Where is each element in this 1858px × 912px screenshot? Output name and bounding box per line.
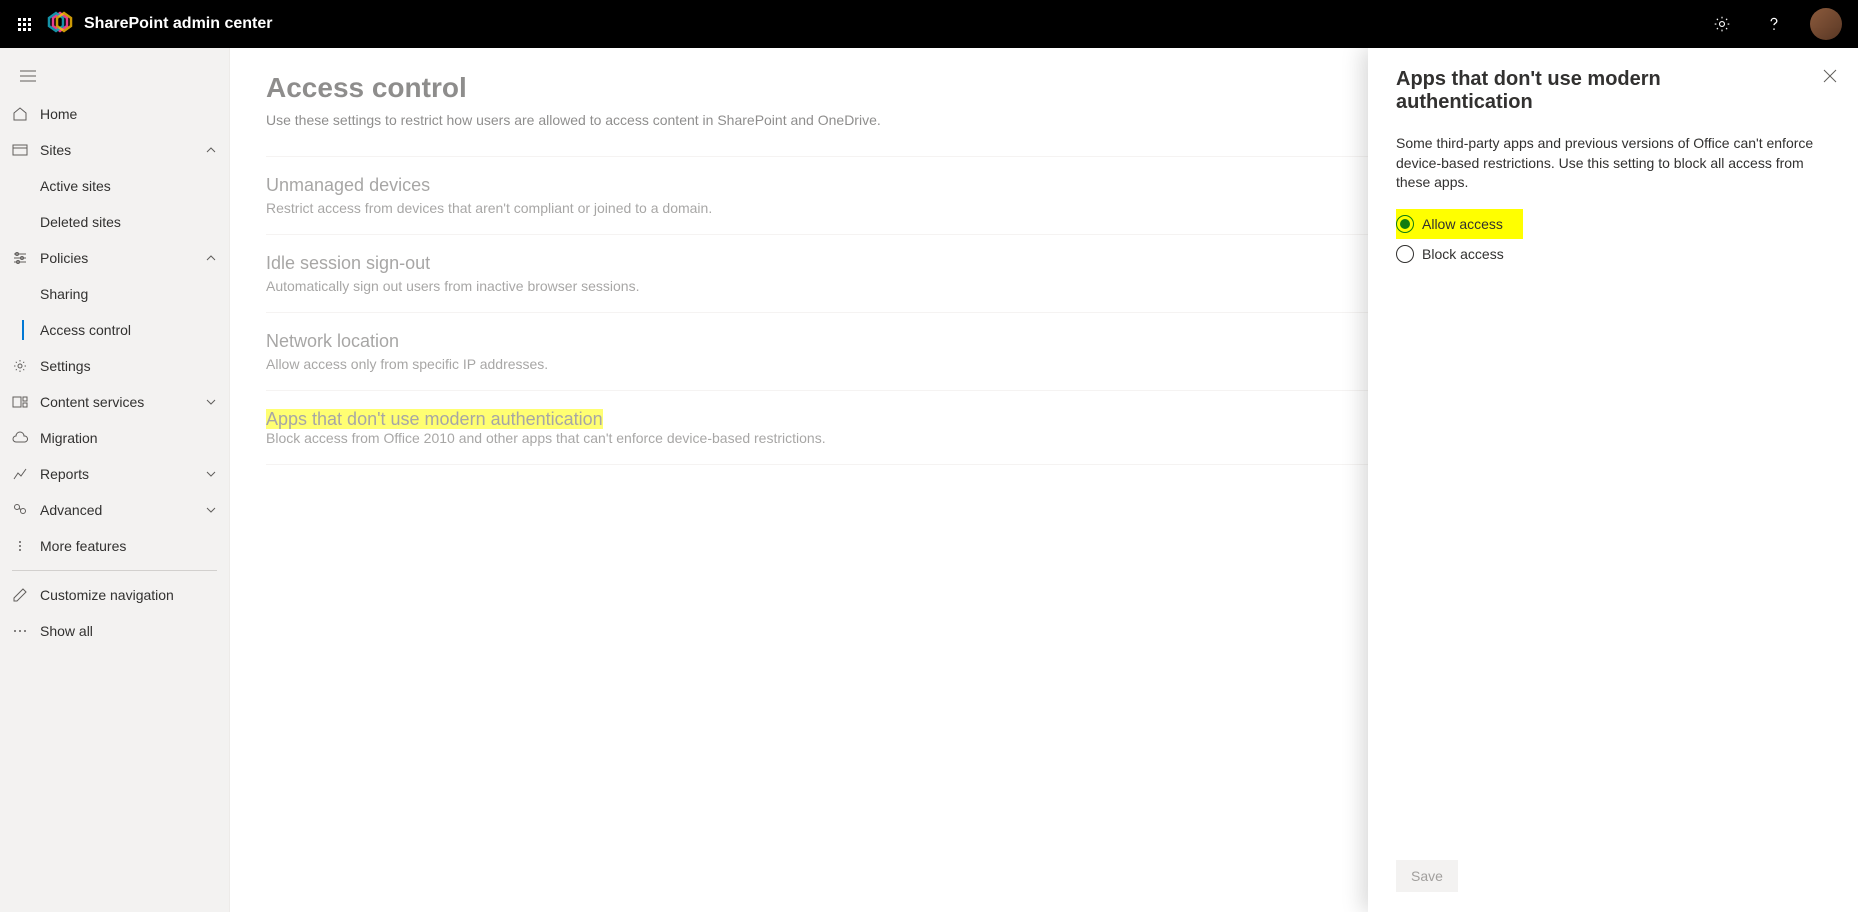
user-avatar[interactable] (1810, 8, 1842, 40)
setting-title: Apps that don't use modern authenticatio… (266, 409, 603, 429)
product-logo-icon (44, 8, 76, 40)
nav-label: Settings (40, 358, 217, 374)
nav-label: Policies (40, 250, 193, 266)
chevron-down-icon (205, 396, 217, 408)
nav-home[interactable]: Home (0, 96, 229, 132)
more-icon (12, 538, 28, 554)
save-button[interactable]: Save (1396, 860, 1458, 892)
content-services-icon (12, 394, 28, 410)
gear-icon (1713, 15, 1731, 33)
radio-block-access[interactable]: Block access (1396, 239, 1830, 269)
nav-active-sites[interactable]: Active sites (0, 168, 229, 204)
hamburger-icon (20, 70, 36, 82)
close-icon (1823, 69, 1837, 83)
policies-icon (12, 250, 28, 266)
collapse-nav-button[interactable] (8, 56, 48, 96)
migration-icon (12, 430, 28, 446)
waffle-icon (18, 18, 31, 31)
header-right (1698, 0, 1850, 48)
nav-label: Customize navigation (40, 587, 217, 603)
chevron-up-icon (205, 252, 217, 264)
nav-reports[interactable]: Reports (0, 456, 229, 492)
nav-label: Content services (40, 394, 193, 410)
nav-label: Sites (40, 142, 193, 158)
top-header: SharePoint admin center (0, 0, 1858, 48)
close-panel-button[interactable] (1814, 60, 1846, 92)
nav-settings[interactable]: Settings (0, 348, 229, 384)
nav-label: Active sites (40, 178, 111, 194)
ellipsis-icon (12, 623, 28, 639)
nav-sites[interactable]: Sites (0, 132, 229, 168)
nav-label: Sharing (40, 286, 88, 302)
nav-label: Advanced (40, 502, 193, 518)
flyout-panel: Apps that don't use modern authenticatio… (1368, 48, 1858, 912)
nav-sharing[interactable]: Sharing (0, 276, 229, 312)
sites-icon (12, 142, 28, 158)
nav-migration[interactable]: Migration (0, 420, 229, 456)
panel-footer: Save (1396, 844, 1830, 892)
app-launcher-button[interactable] (8, 0, 40, 48)
settings-button[interactable] (1698, 0, 1746, 48)
help-button[interactable] (1750, 0, 1798, 48)
panel-description: Some third-party apps and previous versi… (1396, 134, 1830, 193)
panel-title: Apps that don't use modern authenticatio… (1396, 68, 1830, 114)
nav-label: Deleted sites (40, 214, 121, 230)
nav-access-control[interactable]: Access control (0, 312, 229, 348)
nav-more-features[interactable]: More features (0, 528, 229, 564)
nav-label: Show all (40, 623, 217, 639)
nav-label: Migration (40, 430, 217, 446)
nav-label: Reports (40, 466, 193, 482)
radio-label: Allow access (1422, 216, 1503, 232)
header-title: SharePoint admin center (84, 15, 273, 33)
nav-show-all[interactable]: Show all (0, 613, 229, 649)
gear-icon (12, 358, 28, 374)
radio-label: Block access (1422, 246, 1504, 262)
nav-label: Access control (40, 322, 131, 338)
chevron-up-icon (205, 144, 217, 156)
nav-policies[interactable]: Policies (0, 240, 229, 276)
nav-label: Home (40, 106, 217, 122)
radio-icon (1396, 245, 1414, 263)
nav-divider (12, 570, 217, 571)
sidebar: Home Sites Active sites Deleted sites Po… (0, 48, 230, 912)
chevron-down-icon (205, 504, 217, 516)
nav-content-services[interactable]: Content services (0, 384, 229, 420)
advanced-icon (12, 502, 28, 518)
nav-customize-navigation[interactable]: Customize navigation (0, 577, 229, 613)
reports-icon (12, 466, 28, 482)
nav-advanced[interactable]: Advanced (0, 492, 229, 528)
edit-icon (12, 587, 28, 603)
radio-icon (1396, 215, 1414, 233)
nav-deleted-sites[interactable]: Deleted sites (0, 204, 229, 240)
home-icon (12, 106, 28, 122)
nav-label: More features (40, 538, 217, 554)
radio-allow-access[interactable]: Allow access (1396, 209, 1523, 239)
chevron-down-icon (205, 468, 217, 480)
help-icon (1765, 15, 1783, 33)
